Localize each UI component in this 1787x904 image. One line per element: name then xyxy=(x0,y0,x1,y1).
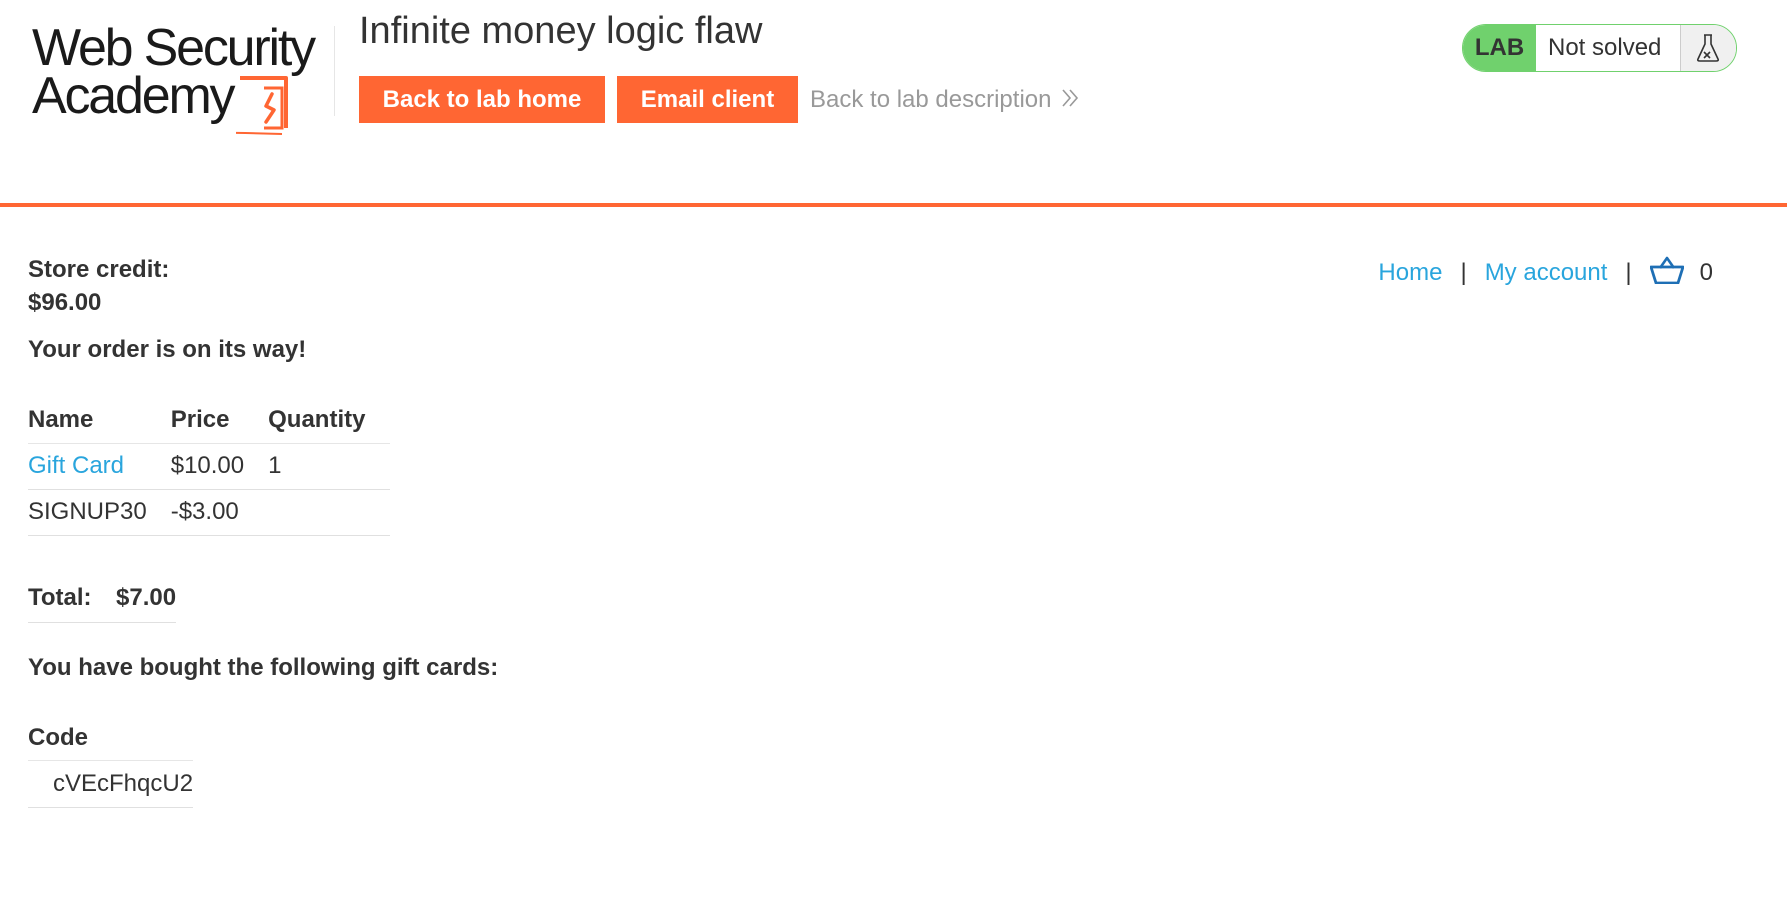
academy-logo-mark-icon xyxy=(236,76,288,135)
order-table-header-row: Name Price Quantity xyxy=(28,397,391,444)
nav-my-account-link[interactable]: My account xyxy=(1485,259,1608,287)
item-price: $10.00 xyxy=(170,443,269,490)
double-chevron-right-icon xyxy=(1061,77,1079,124)
lab-status-widget: LAB Not solved xyxy=(1462,24,1737,72)
lab-status-flask xyxy=(1680,25,1736,71)
order-confirmation-message: Your order is on its way! xyxy=(28,336,307,363)
item-quantity: 1 xyxy=(268,443,391,490)
gift-cards-heading: You have bought the following gift cards… xyxy=(28,654,499,681)
nav-separator: | xyxy=(1460,259,1467,286)
logo-divider xyxy=(334,26,335,116)
gift-card-codes-table: Code cVEcFhqcU2 xyxy=(28,716,194,808)
column-header-name: Name xyxy=(28,397,171,444)
store-credit: Store credit: $96.00 xyxy=(28,253,169,319)
item-quantity xyxy=(268,489,391,536)
gift-card-code: cVEcFhqcU2 xyxy=(28,760,194,808)
lab-status-text: Not solved xyxy=(1548,34,1662,61)
back-to-lab-home-button[interactable]: Back to lab home xyxy=(359,76,605,123)
store-credit-value: $96.00 xyxy=(28,289,102,316)
order-table: Name Price Quantity Gift Card $10.00 1 S… xyxy=(28,397,391,536)
web-security-academy-logo[interactable]: Web Security Academy xyxy=(28,20,334,135)
cart-count: 0 xyxy=(1699,259,1713,286)
nav-home-link[interactable]: Home xyxy=(1378,259,1442,287)
total-label: Total: xyxy=(28,584,92,611)
column-header-code: Code xyxy=(28,716,194,761)
coupon-discount: -$3.00 xyxy=(170,489,269,536)
codes-header-row: Code xyxy=(28,716,194,761)
site-header: Web Security Academy Infinite money logi… xyxy=(0,0,1787,207)
logo-text-line2: Academy xyxy=(32,67,236,125)
coupon-code: SIGNUP30 xyxy=(28,489,171,536)
flask-icon xyxy=(1696,34,1720,62)
total-value: $7.00 xyxy=(116,584,177,611)
back-to-lab-description-label: Back to lab description xyxy=(810,86,1052,113)
column-header-price: Price xyxy=(170,397,269,444)
email-client-button[interactable]: Email client xyxy=(617,76,798,123)
order-total: Total: $7.00 xyxy=(28,578,176,623)
table-row: Gift Card $10.00 1 xyxy=(28,443,391,490)
gift-card-link[interactable]: Gift Card xyxy=(28,452,124,479)
table-row: SIGNUP30 -$3.00 xyxy=(28,489,391,536)
table-row: cVEcFhqcU2 xyxy=(28,760,194,808)
main-content: Store credit: $96.00 Home | My account |… xyxy=(0,207,1787,900)
top-nav: Home | My account | 0 xyxy=(1378,253,1723,293)
column-header-quantity: Quantity xyxy=(268,397,391,444)
lab-title: Infinite money logic flaw xyxy=(359,10,763,52)
lab-badge: LAB xyxy=(1463,25,1536,71)
shopping-basket-icon[interactable] xyxy=(1649,256,1685,291)
store-credit-label: Store credit: xyxy=(28,256,170,283)
nav-separator: | xyxy=(1625,259,1632,286)
back-to-lab-description-link[interactable]: Back to lab description xyxy=(810,76,1079,123)
item-name: Gift Card xyxy=(28,443,171,490)
